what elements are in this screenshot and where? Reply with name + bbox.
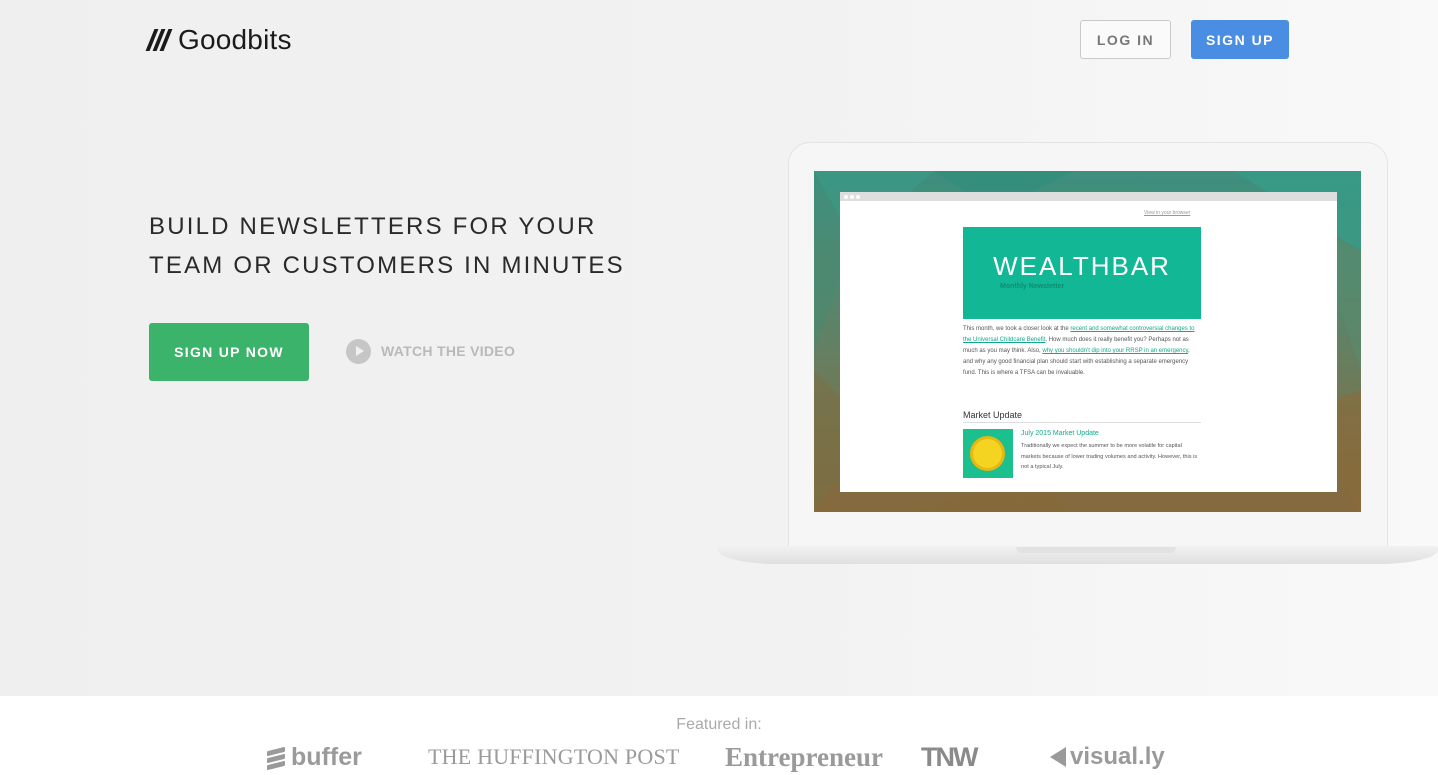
newsletter-subtitle: Monthly Newsletter	[1000, 283, 1065, 290]
login-button[interactable]: LOG IN	[1080, 20, 1171, 59]
newsletter-browser-window: View in your browser WEALTHBAR Monthly N…	[840, 192, 1337, 492]
featured-label: Featured in:	[676, 716, 762, 733]
window-dot-icon	[856, 195, 860, 199]
visually-logo-text: visual.ly	[1070, 743, 1165, 770]
newsletter-banner: WEALTHBAR Monthly Newsletter	[963, 227, 1201, 319]
headline-line-2: TEAM OR CUSTOMERS IN MINUTES	[149, 252, 625, 279]
article-title: July 2015 Market Update	[1021, 430, 1099, 437]
signup-now-button[interactable]: SIGN UP NOW	[149, 323, 309, 381]
logo-text: Goodbits	[178, 24, 292, 55]
laptop-notch	[1016, 547, 1176, 553]
play-icon	[346, 338, 371, 364]
newsletter-brand: WEALTHBAR	[993, 251, 1171, 281]
watch-video-link[interactable]: WATCH THE VIDEO	[346, 338, 515, 364]
hero-headline: BUILD NEWSLETTERS FOR YOUR TEAM OR CUSTO…	[149, 207, 669, 285]
sun-icon	[973, 439, 1002, 468]
watch-video-label: WATCH THE VIDEO	[381, 343, 516, 359]
buffer-logo: buffer	[267, 742, 362, 772]
market-update-heading: Market Update	[963, 410, 1201, 423]
featured-section	[0, 696, 1438, 775]
newsletter-intro: This month, we took a closer look at the…	[963, 324, 1201, 379]
buffer-logo-text: buffer	[291, 742, 362, 771]
logo-slashes-icon	[145, 29, 173, 51]
intro-link: why you shouldn't dip into your RRSP in …	[1042, 348, 1189, 354]
huffington-post-logo: THE HUFFINGTON POST	[428, 744, 680, 769]
view-in-browser-link: View in your browser	[1144, 210, 1191, 216]
browser-titlebar	[840, 192, 1337, 201]
window-dot-icon	[850, 195, 854, 199]
article-thumbnail	[963, 429, 1013, 478]
tnw-logo: TNW	[921, 741, 979, 772]
visually-triangle-icon	[1050, 747, 1066, 767]
article-text: Traditionally we expect the summer to be…	[1021, 443, 1198, 470]
goodbits-logo[interactable]: Goodbits	[145, 22, 292, 58]
headline-line-1: BUILD NEWSLETTERS FOR YOUR	[149, 213, 597, 240]
visually-logo: visual.ly	[1050, 742, 1165, 772]
signup-button[interactable]: SIGN UP	[1191, 20, 1289, 59]
entrepreneur-logo: Entrepreneur	[725, 741, 883, 772]
buffer-stack-icon	[267, 746, 285, 770]
window-dot-icon	[844, 195, 848, 199]
intro-text: This month, we took a closer look at the	[963, 326, 1071, 332]
